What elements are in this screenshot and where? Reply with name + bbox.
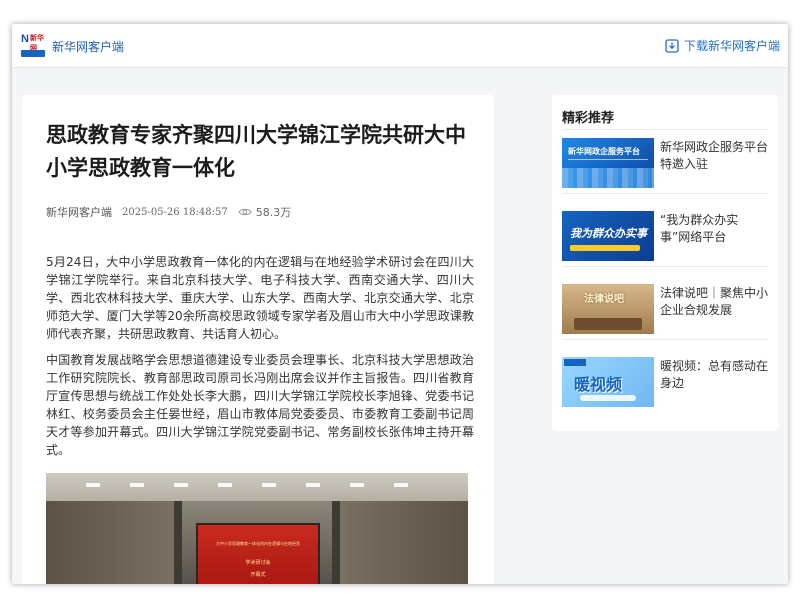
download-app-link[interactable]: 下载新华网客户端: [665, 37, 780, 54]
photo-lights: [86, 483, 426, 487]
download-label: 下载新华网客户端: [683, 39, 780, 53]
view-count-value: 58.3万: [255, 206, 292, 219]
download-icon: [665, 38, 679, 53]
recommend-sidebar: 精彩推荐 新华网政企服务平台 新华网政企服务平台特邀入驻 我为群众办实事 “我为…: [552, 95, 778, 431]
screen-line: 开幕式: [250, 572, 266, 578]
screen-line: 学术研讨会: [245, 560, 271, 566]
thumbnail-desk: [574, 318, 642, 330]
recommend-title[interactable]: 法律说吧｜聚焦中小企业合规发展: [660, 285, 768, 319]
recommend-thumbnail[interactable]: 法律说吧: [562, 284, 654, 334]
thumbnail-tag: [564, 359, 586, 366]
recommend-thumbnail[interactable]: 暖视频: [562, 357, 654, 407]
thumbnail-band: [570, 245, 640, 251]
article-paragraph: 5月24日，大中小学思政教育一体化的内在逻辑与在地经验学术研讨会在四川大学锦江学…: [46, 255, 474, 341]
photo-pillar: [332, 501, 340, 584]
photo-ceiling: [46, 473, 468, 501]
article-photo: 大中小学思政教育一体化的内在逻辑与在地经验 学术研讨会 开幕式: [46, 473, 468, 584]
thumbnail-caption: 新华网政企服务平台: [568, 146, 648, 160]
browser-window: N 新华网 新华网客户端 下载新华网客户端 思政教育专家齐聚四川大学锦江学院共研…: [12, 24, 788, 584]
thumbnail-band: [580, 395, 636, 401]
photo-pillar: [174, 501, 182, 584]
recommend-title[interactable]: “我为群众办实事”网络平台: [660, 212, 768, 246]
recommend-thumbnail[interactable]: 新华网政企服务平台: [562, 138, 654, 188]
recommend-title[interactable]: 新华网政企服务平台特邀入驻: [660, 139, 768, 173]
thumbnail-skyline: [562, 168, 654, 188]
thumbnail-caption: 我为群众办实事: [570, 227, 647, 240]
article-card: 思政教育专家齐聚四川大学锦江学院共研大中小学思政教育一体化 新华网客户端 202…: [22, 95, 494, 584]
recommend-title[interactable]: 暖视频：总有感动在身边: [660, 358, 768, 392]
article-time: 2025-05-26 18:48:57: [122, 206, 228, 218]
sidebar-title: 精彩推荐: [562, 111, 615, 126]
thumbnail-caption: 法律说吧: [584, 294, 624, 305]
article-source: 新华网客户端: [46, 206, 112, 219]
recommend-item[interactable]: 我为群众办实事 “我为群众办实事”网络平台: [562, 203, 768, 267]
thumbnail-caption: 暖视频: [574, 375, 623, 394]
view-count: 58.3万: [238, 204, 292, 220]
logo-bar: [21, 50, 45, 57]
article-title: 思政教育专家齐聚四川大学锦江学院共研大中小学思政教育一体化: [46, 123, 466, 180]
brand-name[interactable]: 新华网客户端: [52, 38, 124, 55]
photo-red-screen: 大中小学思政教育一体化的内在逻辑与在地经验 学术研讨会 开幕式: [196, 523, 320, 584]
recommend-item[interactable]: 法律说吧 法律说吧｜聚焦中小企业合规发展: [562, 276, 768, 340]
photo-wall-right: [338, 501, 468, 584]
top-bar: N 新华网 新华网客户端 下载新华网客户端: [12, 24, 788, 68]
eye-icon: [238, 208, 252, 216]
article-paragraph: 中国教育发展战略学会思想道德建设专业委员会理事长、北京科技大学思想政治工作研究院…: [46, 353, 474, 457]
logo-letter: N: [21, 33, 29, 45]
recommend-thumbnail[interactable]: 我为群众办实事: [562, 211, 654, 261]
recommend-item[interactable]: 暖视频 暖视频：总有感动在身边: [562, 349, 768, 413]
xinhua-logo[interactable]: N 新华网: [20, 31, 46, 59]
screen-line: 大中小学思政教育一体化的内在逻辑与在地经验: [216, 541, 300, 546]
recommend-item[interactable]: 新华网政企服务平台 新华网政企服务平台特邀入驻: [562, 130, 768, 194]
photo-wall-left: [46, 501, 176, 584]
article-meta: 新华网客户端 2025-05-26 18:48:57 58.3万: [46, 204, 291, 220]
